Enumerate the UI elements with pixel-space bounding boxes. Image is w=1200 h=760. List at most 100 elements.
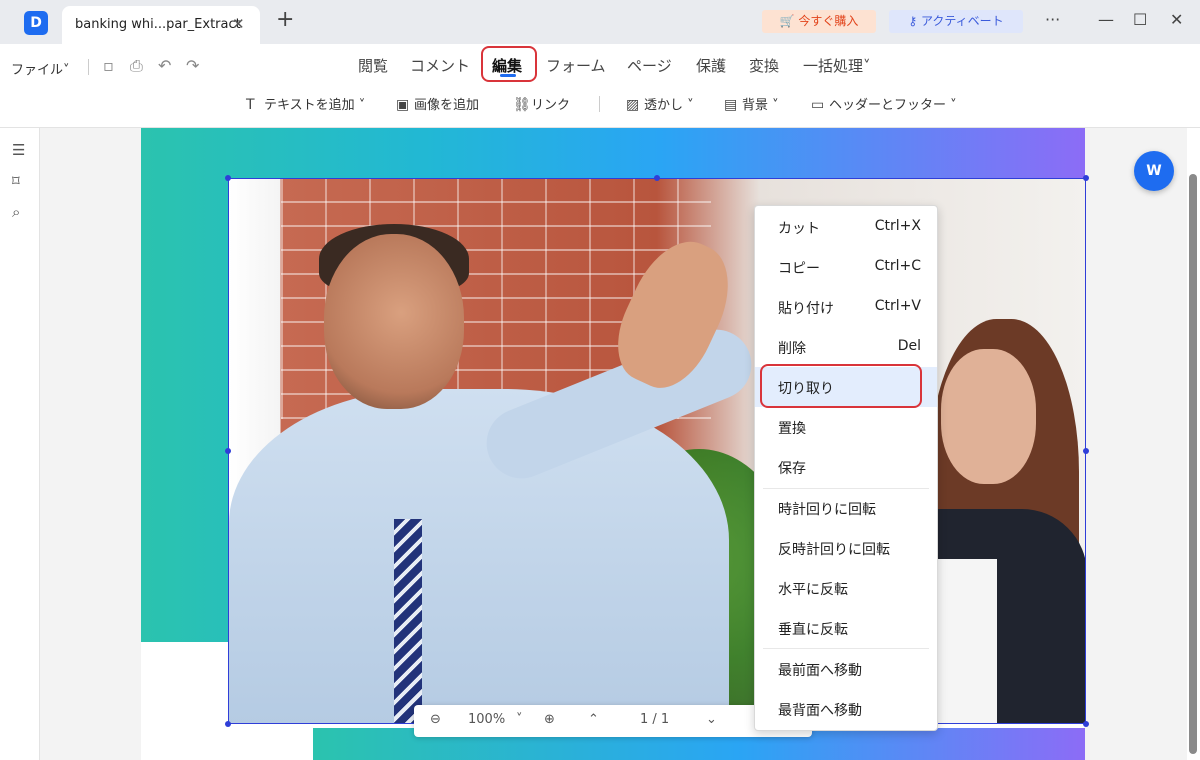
menu-item-label: 垂直に反転	[778, 622, 848, 638]
resize-handle[interactable]	[654, 175, 660, 181]
menu-item-flip-vertical[interactable]: 垂直に反転	[755, 608, 937, 648]
new-tab-icon[interactable]: +	[276, 9, 294, 31]
menu-item-label: 最背面へ移動	[778, 703, 862, 719]
save-icon[interactable]: ▫	[103, 56, 114, 75]
tab-protect[interactable]: 保護	[696, 55, 726, 76]
zoom-in-icon[interactable]: ⊕	[544, 712, 555, 727]
menu-item-bring-to-front[interactable]: 最前面へ移動	[755, 649, 937, 689]
divider	[599, 96, 600, 112]
watermark-button[interactable]: ▨ 透かし ˅	[626, 94, 694, 113]
next-page-icon[interactable]: ⌄	[706, 712, 717, 727]
menu-item-label: コピー	[778, 261, 820, 277]
resize-handle[interactable]	[1083, 721, 1089, 727]
chevron-down-icon: ˅	[950, 98, 957, 113]
tab-page[interactable]: ページ	[627, 55, 672, 76]
print-icon[interactable]: ⎙	[130, 56, 143, 76]
add-text-button[interactable]: T テキストを追加 ˅	[246, 94, 365, 113]
resize-handle[interactable]	[225, 448, 231, 454]
thumbnails-icon[interactable]: ☰	[12, 141, 25, 159]
add-image-label: 画像を追加	[414, 98, 480, 113]
menu-item-send-to-back[interactable]: 最背面へ移動	[755, 689, 937, 729]
menu-item-copy[interactable]: コピー Ctrl+C	[755, 247, 937, 287]
tab-view[interactable]: 閲覧	[358, 55, 388, 76]
activate-button[interactable]: ⚷ アクティベート	[889, 10, 1023, 33]
menu-item-label: 時計回りに回転	[778, 502, 876, 518]
tab-convert[interactable]: 変換	[749, 55, 779, 76]
previous-page-icon[interactable]: ⌃	[588, 712, 599, 727]
tab-form[interactable]: フォーム	[546, 55, 606, 76]
add-text-icon: T	[246, 97, 255, 113]
menu-item-cut[interactable]: カット Ctrl+X	[755, 207, 937, 247]
menu-item-label: カット	[778, 221, 820, 237]
menu-item-paste[interactable]: 貼り付け Ctrl+V	[755, 287, 937, 327]
resize-handle[interactable]	[225, 175, 231, 181]
chevron-down-icon: ˅	[358, 98, 366, 113]
zoom-out-icon[interactable]: ⊖	[430, 712, 441, 727]
menu-item-flip-horizontal[interactable]: 水平に反転	[755, 568, 937, 608]
document-tab-title: banking whi...par_Extract	[75, 17, 241, 32]
word-convert-icon[interactable]: W	[1134, 151, 1174, 191]
redo-icon[interactable]: ↷	[186, 56, 199, 75]
header-footer-icon: ▭	[811, 97, 825, 113]
link-icon: ⛓	[513, 97, 531, 113]
menu-item-replace[interactable]: 置換	[755, 407, 937, 447]
document-tab[interactable]: banking whi...par_Extract ✕	[62, 6, 260, 44]
menu-item-label: 貼り付け	[778, 301, 834, 317]
zoom-toolbar: ⊖ 100% ˅ ⊕ ⌃ 1 / 1 ⌄	[414, 705, 812, 737]
menu-item-save[interactable]: 保存	[755, 447, 937, 487]
menu-item-delete[interactable]: 削除 Del	[755, 327, 937, 367]
menu-item-shortcut: Ctrl+C	[874, 258, 921, 274]
menu-item-label: 保存	[778, 461, 806, 477]
close-window-icon[interactable]: ✕	[1170, 10, 1183, 29]
file-menu[interactable]: ファイル˅	[11, 59, 70, 78]
watermark-label: 透かし	[644, 98, 684, 113]
menu-item-rotate-counterclockwise[interactable]: 反時計回りに回転	[755, 528, 937, 568]
title-bar: D banking whi...par_Extract ✕ + 🛒 今すぐ購入 …	[0, 0, 1200, 44]
menu-item-rotate-clockwise[interactable]: 時計回りに回転	[755, 488, 937, 528]
zoom-level[interactable]: 100%	[468, 712, 505, 727]
page-indicator[interactable]: 1 / 1	[640, 712, 669, 727]
menu-item-label: 削除	[778, 341, 806, 357]
menu-item-label: 水平に反転	[778, 582, 848, 598]
add-image-button[interactable]: ▣ 画像を追加	[396, 94, 479, 113]
header-footer-button[interactable]: ▭ ヘッダーとフッター ˅	[811, 94, 957, 113]
context-menu: カット Ctrl+X コピー Ctrl+C 貼り付け Ctrl+V 削除 Del…	[754, 205, 938, 731]
link-label: リンク	[531, 98, 571, 113]
resize-handle[interactable]	[225, 721, 231, 727]
selected-image[interactable]	[228, 178, 1086, 724]
background-label: 背景	[742, 98, 769, 113]
left-sidebar: ☰ ⌑ ⌕	[0, 128, 40, 760]
add-text-label: テキストを追加	[264, 98, 355, 113]
striped-tie	[394, 519, 422, 723]
pdf-app-icon[interactable]: D	[24, 11, 48, 35]
resize-handle[interactable]	[1083, 175, 1089, 181]
link-button[interactable]: ⛓リンク	[513, 94, 570, 113]
more-options-icon[interactable]: ···	[1045, 10, 1060, 29]
menu-item-shortcut: Del	[897, 338, 921, 354]
buy-now-button[interactable]: 🛒 今すぐ購入	[762, 10, 876, 33]
undo-icon[interactable]: ↶	[158, 56, 171, 75]
zoom-dropdown-icon[interactable]: ˅	[516, 712, 523, 727]
background-button[interactable]: ▤ 背景 ˅	[724, 94, 779, 113]
tab-batch[interactable]: 一括処理˅	[803, 55, 871, 76]
menu-item-shortcut: Ctrl+V	[874, 298, 921, 314]
menu-item-shortcut: Ctrl+X	[874, 218, 921, 234]
divider	[88, 59, 89, 75]
right-scrollbar[interactable]	[1187, 128, 1200, 760]
header-footer-label: ヘッダーとフッター	[829, 98, 947, 113]
close-tab-icon[interactable]: ✕	[232, 15, 245, 33]
menu-item-label: 置換	[778, 421, 806, 437]
bookmark-icon[interactable]: ⌑	[12, 172, 20, 190]
menu-item-label: 最前面へ移動	[778, 663, 862, 679]
woman-face	[941, 349, 1036, 484]
resize-handle[interactable]	[1083, 448, 1089, 454]
chevron-down-icon: ˅	[772, 98, 779, 113]
menu-bar: ファイル˅ ▫ ⎙ ↶ ↷ 閲覧 コメント 編集 フォーム ページ 保護 変換 …	[0, 44, 1200, 128]
crop-item-highlight	[760, 364, 922, 408]
maximize-icon[interactable]: ☐	[1133, 10, 1147, 29]
scrollbar-thumb[interactable]	[1189, 174, 1197, 754]
tab-comment[interactable]: コメント	[410, 55, 470, 76]
search-icon[interactable]: ⌕	[12, 203, 20, 221]
minimize-icon[interactable]: —	[1098, 10, 1114, 29]
man-face	[324, 234, 464, 409]
